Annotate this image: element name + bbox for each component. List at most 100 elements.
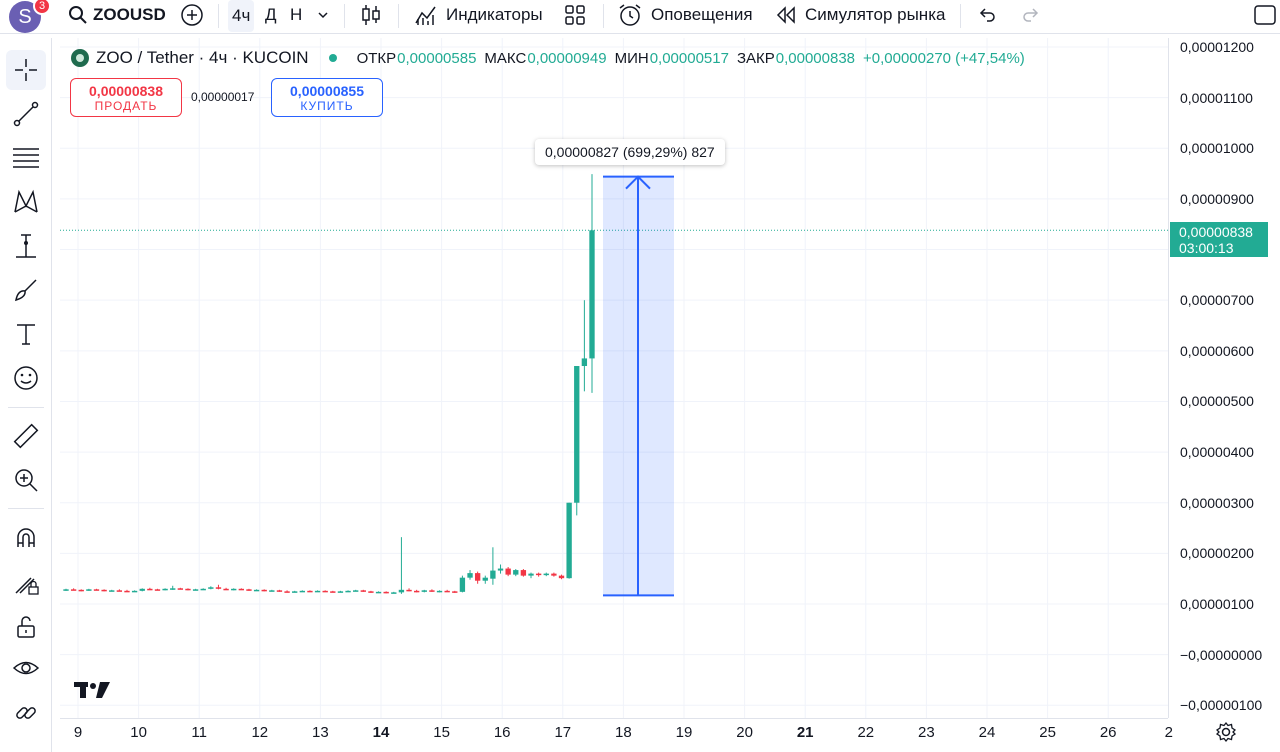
candle-body xyxy=(238,588,245,591)
undo-button[interactable] xyxy=(977,0,997,30)
crosshair-icon xyxy=(15,59,37,81)
drawing-toolbar xyxy=(0,38,52,752)
price-tick-label: −0,00000100 xyxy=(1180,697,1263,714)
candle-body xyxy=(192,589,199,591)
time-tick-label: 15 xyxy=(433,724,450,741)
chart-legend: ZOO / Tether · 4ч · KUCOIN ОТКР 0,0000058… xyxy=(70,48,1033,68)
interval-day[interactable]: Д xyxy=(265,0,277,30)
time-tick-label: 18 xyxy=(615,724,632,741)
price-tick-label: 0,00000600 xyxy=(1180,342,1254,359)
candle-body xyxy=(253,589,260,592)
text-icon xyxy=(17,324,35,345)
candle-body xyxy=(360,590,366,592)
symbol-search[interactable]: ZOOUSD xyxy=(68,0,166,30)
crosshair-tool[interactable] xyxy=(6,50,46,90)
emoji-tool[interactable] xyxy=(6,358,46,398)
time-scale[interactable] xyxy=(60,718,1168,752)
alarm-clock-icon xyxy=(619,4,641,26)
rewind-icon xyxy=(776,6,795,24)
notification-badge: 3 xyxy=(33,0,51,15)
candle-body xyxy=(154,589,161,591)
open-value: 0,00000585 xyxy=(397,49,477,67)
zoom-tool[interactable] xyxy=(6,460,46,500)
pattern-tool[interactable] xyxy=(6,182,46,222)
layouts-button[interactable] xyxy=(564,0,586,30)
candle-body xyxy=(269,590,275,592)
stay-in-drawing-mode[interactable] xyxy=(6,563,46,603)
interval-week[interactable]: Н xyxy=(290,0,302,30)
redo-button[interactable] xyxy=(1021,0,1041,30)
interval-dropdown[interactable] xyxy=(316,0,330,30)
buy-button[interactable]: 0,00000855 КУПИТЬ xyxy=(271,78,383,117)
chart-type-button[interactable] xyxy=(360,0,382,30)
projection-tool[interactable] xyxy=(6,226,46,266)
magnet-tool[interactable] xyxy=(6,518,46,558)
bar-countdown: 03:00:13 xyxy=(1179,240,1234,256)
interval-4h[interactable]: 4ч xyxy=(228,0,255,32)
fullscreen-button[interactable] xyxy=(1253,0,1277,30)
compare-button[interactable] xyxy=(180,0,204,30)
chart-settings-button[interactable] xyxy=(1214,720,1238,744)
candle-body xyxy=(314,590,321,593)
candle-body xyxy=(307,590,313,593)
time-tick-label: 11 xyxy=(191,724,207,741)
price-tick-label: 0,00000300 xyxy=(1180,494,1254,511)
chevron-down-icon xyxy=(318,12,328,19)
candle-body xyxy=(566,502,572,579)
indicators-button[interactable]: Индикаторы xyxy=(414,0,543,30)
time-tick-label: 25 xyxy=(1039,724,1056,741)
trend-line-tool[interactable] xyxy=(6,94,46,134)
divider xyxy=(398,4,399,28)
time-tick-label: 10 xyxy=(130,724,147,741)
candle-body xyxy=(497,568,504,571)
candle-body xyxy=(513,570,519,575)
measure-tooltip: 0,00000827 (699,29%) 827 xyxy=(535,139,725,165)
lock-drawings[interactable] xyxy=(6,607,46,647)
price-tick-label: 0,00000200 xyxy=(1180,545,1254,562)
link-tool[interactable] xyxy=(6,693,46,733)
redo-icon xyxy=(1023,8,1039,22)
long-position-icon xyxy=(16,234,36,258)
candle-body xyxy=(391,592,397,594)
candle-body xyxy=(558,575,565,579)
hide-drawings[interactable] xyxy=(6,649,46,689)
candle-body xyxy=(147,588,153,591)
time-tick-label: 23 xyxy=(918,724,935,741)
coin-icon xyxy=(71,49,89,67)
candle-body xyxy=(292,591,298,593)
candle-body xyxy=(86,589,92,591)
top-toolbar: S 3 ZOOUSD 4ч Д Н Индикаторы Оповещения … xyxy=(0,0,1280,34)
candle-body xyxy=(139,588,145,591)
smiley-icon xyxy=(14,366,38,390)
text-tool[interactable] xyxy=(6,314,46,354)
candle-body xyxy=(520,570,527,576)
link-icon xyxy=(16,707,36,719)
tradingview-logo[interactable] xyxy=(74,680,110,705)
sell-button[interactable]: 0,00000838 ПРОДАТЬ xyxy=(70,78,182,117)
candle-body xyxy=(185,588,191,591)
candle-body xyxy=(368,591,374,593)
candle-body xyxy=(574,366,580,503)
measure-tool[interactable] xyxy=(6,416,46,456)
divider xyxy=(603,4,604,28)
time-tick-label: 22 xyxy=(857,724,875,741)
candle-body xyxy=(246,589,252,591)
candle-body xyxy=(528,573,534,576)
brush-tool[interactable] xyxy=(6,270,46,310)
candles-icon xyxy=(362,5,380,25)
symbol-title: ZOO / Tether · 4ч · KUCOIN xyxy=(96,48,309,67)
high-value: 0,00000949 xyxy=(527,49,607,67)
candle-body xyxy=(467,573,473,578)
candle-body xyxy=(452,591,458,593)
replay-button[interactable]: Симулятор рынка xyxy=(775,0,945,30)
alerts-button[interactable]: Оповещения xyxy=(617,0,753,30)
candle-body xyxy=(208,587,214,589)
time-tick-label: 13 xyxy=(312,724,329,741)
price-tick-label: 0,00000500 xyxy=(1180,393,1254,410)
divider xyxy=(344,4,345,28)
divider xyxy=(960,4,961,28)
candle-body xyxy=(70,589,77,591)
candle-body xyxy=(322,590,328,593)
fib-tool[interactable] xyxy=(6,138,46,178)
price-tick-label: 0,00000400 xyxy=(1180,444,1254,461)
